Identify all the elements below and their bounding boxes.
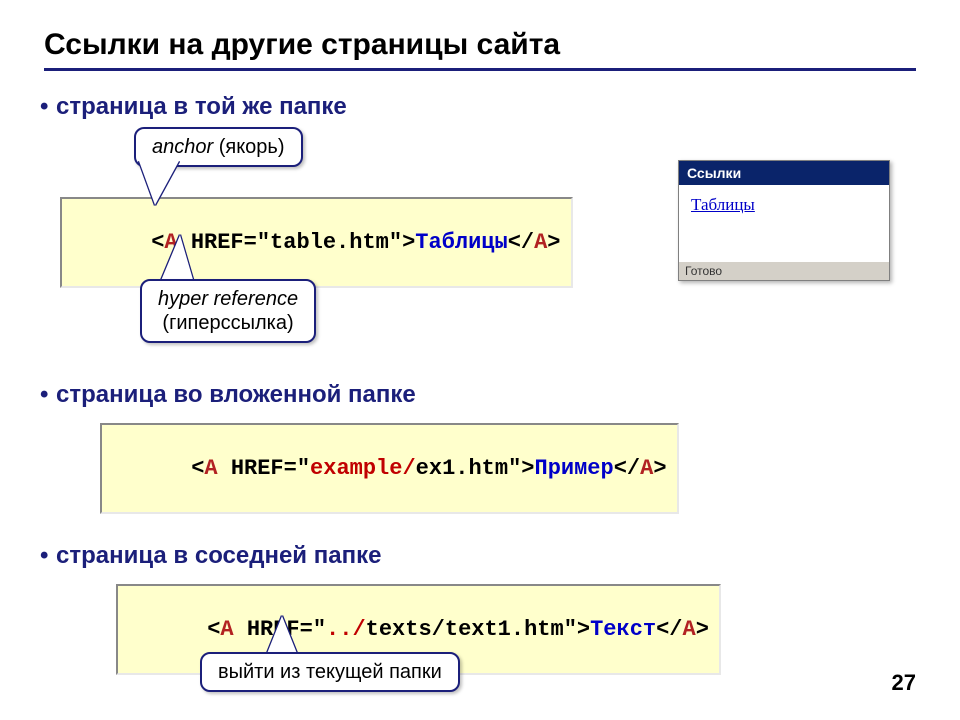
bullet-same-folder: страница в той же папке <box>44 93 916 121</box>
code3-tag-open: A <box>220 617 233 642</box>
code2-gt: > <box>521 456 534 481</box>
code-example-2: <A HREF="example/ex1.htm">Пример</A> <box>100 423 679 514</box>
callout-href: hyper reference (гиперссылка) <box>140 279 316 343</box>
title-rule <box>44 68 916 71</box>
code3-tag-close: A <box>683 617 696 642</box>
code2-attr-name: HREF=" <box>231 456 310 481</box>
bullet-sibling-folder: страница в соседней папке <box>44 542 916 570</box>
code3-up: ../ <box>326 617 366 642</box>
code2-close: </ <box>614 456 640 481</box>
code1-close: </ <box>508 230 534 255</box>
preview-titlebar: Ссылки <box>679 161 889 185</box>
code1-attr: HREF="table.htm" <box>191 230 402 255</box>
code2-tag-open: A <box>204 456 217 481</box>
callout-anchor-rest: (якорь) <box>213 136 284 158</box>
code3-lt: < <box>207 617 220 642</box>
code1-text: Таблицы <box>415 230 507 255</box>
code3-close: </ <box>656 617 682 642</box>
callout-upfolder: выйти из текущей папки <box>200 652 460 692</box>
section-sibling-folder: страница в соседней папке <A HREF="../te… <box>44 542 916 712</box>
code-example-1: <A HREF="table.htm">Таблицы</A> <box>60 197 573 288</box>
pointer-href <box>160 235 194 283</box>
page-number: 27 <box>892 670 916 696</box>
code2-text: Пример <box>535 456 614 481</box>
page-title: Ссылки на другие страницы сайта <box>44 28 916 62</box>
section-nested-folder: страница во вложенной папке <A HREF="exa… <box>44 381 916 514</box>
preview-window: Ссылки Таблицы Готово <box>678 160 890 281</box>
code2-tag-close: A <box>640 456 653 481</box>
preview-body: Таблицы <box>679 185 889 261</box>
callout-href-em: hyper reference <box>158 288 298 310</box>
code3-gt2: > <box>696 617 709 642</box>
code1-gt2: > <box>547 230 560 255</box>
code3-gt: > <box>577 617 590 642</box>
code1-tag-close: A <box>534 230 547 255</box>
code3-path: texts/text1.htm" <box>366 617 577 642</box>
code2-gt2: > <box>653 456 666 481</box>
code2-path: example/ <box>310 456 416 481</box>
callout-upfolder-text: выйти из текущей папки <box>218 661 442 683</box>
slide: Ссылки на другие страницы сайта страница… <box>0 0 960 720</box>
bullet-nested-folder: страница во вложенной папке <box>44 381 916 409</box>
code3-text: Текст <box>590 617 656 642</box>
pointer-anchor <box>139 161 179 205</box>
callout-href-rest: (гиперссылка) <box>162 312 293 334</box>
code3-sp <box>234 617 247 642</box>
preview-statusbar: Готово <box>679 261 889 280</box>
code2-sp <box>218 456 231 481</box>
code2-file: ex1.htm" <box>416 456 522 481</box>
pointer-upfolder <box>266 616 298 656</box>
callout-anchor-em: anchor <box>152 136 213 158</box>
code1-gt: > <box>402 230 415 255</box>
preview-link[interactable]: Таблицы <box>691 195 755 214</box>
code2-lt: < <box>191 456 204 481</box>
